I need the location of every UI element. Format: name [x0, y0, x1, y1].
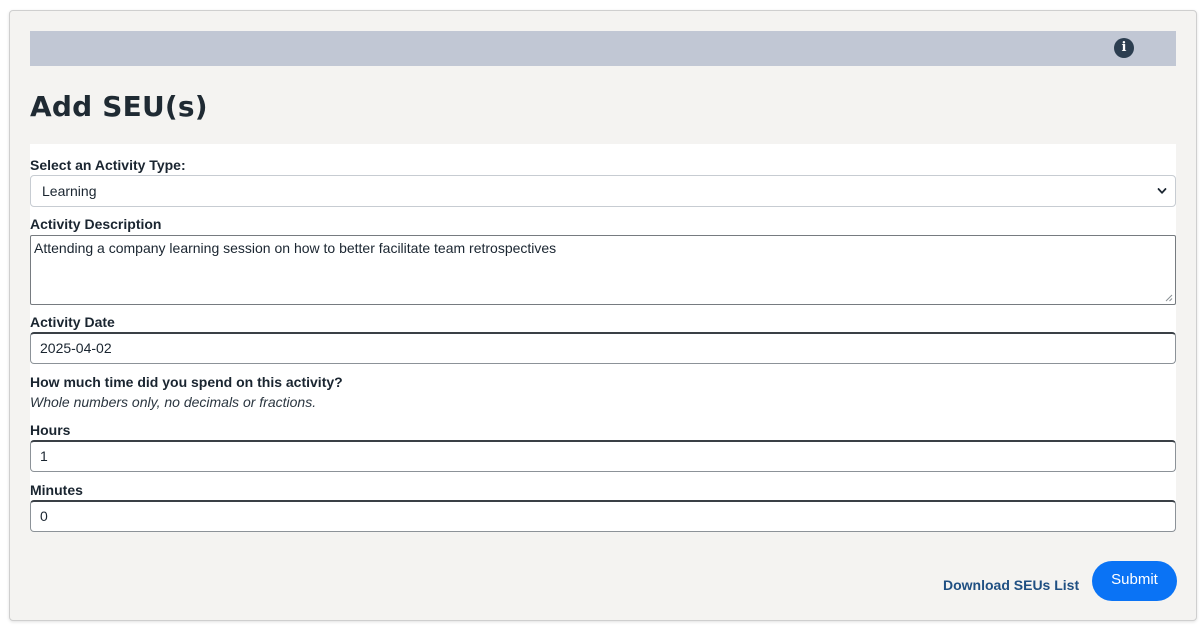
hours-label: Hours: [30, 422, 71, 438]
description-label: Activity Description: [30, 216, 162, 232]
description-textarea[interactable]: Attending a company learning session on …: [30, 235, 1176, 305]
page-title: Add SEU(s): [30, 90, 208, 123]
hours-input[interactable]: 1: [30, 440, 1176, 472]
info-icon[interactable]: i: [1114, 38, 1134, 58]
activity-date-value: 2025-04-02: [40, 340, 112, 356]
seu-card: i Add SEU(s) Select an Activity Type: Le…: [9, 10, 1197, 621]
minutes-value: 0: [40, 508, 48, 524]
minutes-input[interactable]: 0: [30, 500, 1176, 532]
seu-form: Select an Activity Type: Learning Activi…: [30, 144, 1176, 532]
description-value: Attending a company learning session on …: [34, 240, 557, 256]
hours-value: 1: [40, 448, 48, 464]
time-hint: Whole numbers only, no decimals or fract…: [30, 394, 317, 410]
resize-grip-icon[interactable]: [1165, 294, 1173, 302]
activity-type-label: Select an Activity Type:: [30, 157, 186, 173]
activity-type-select[interactable]: Learning: [30, 175, 1176, 207]
date-label: Activity Date: [30, 314, 115, 330]
minutes-label: Minutes: [30, 482, 83, 498]
download-seus-link[interactable]: Download SEUs List: [943, 577, 1079, 593]
activity-type-value: Learning: [42, 183, 97, 199]
activity-date-input[interactable]: 2025-04-02: [30, 332, 1176, 364]
time-question: How much time did you spend on this acti…: [30, 374, 343, 390]
submit-button[interactable]: Submit: [1092, 561, 1177, 601]
chevron-down-icon: [1157, 188, 1167, 194]
header-bar: i: [30, 31, 1176, 66]
